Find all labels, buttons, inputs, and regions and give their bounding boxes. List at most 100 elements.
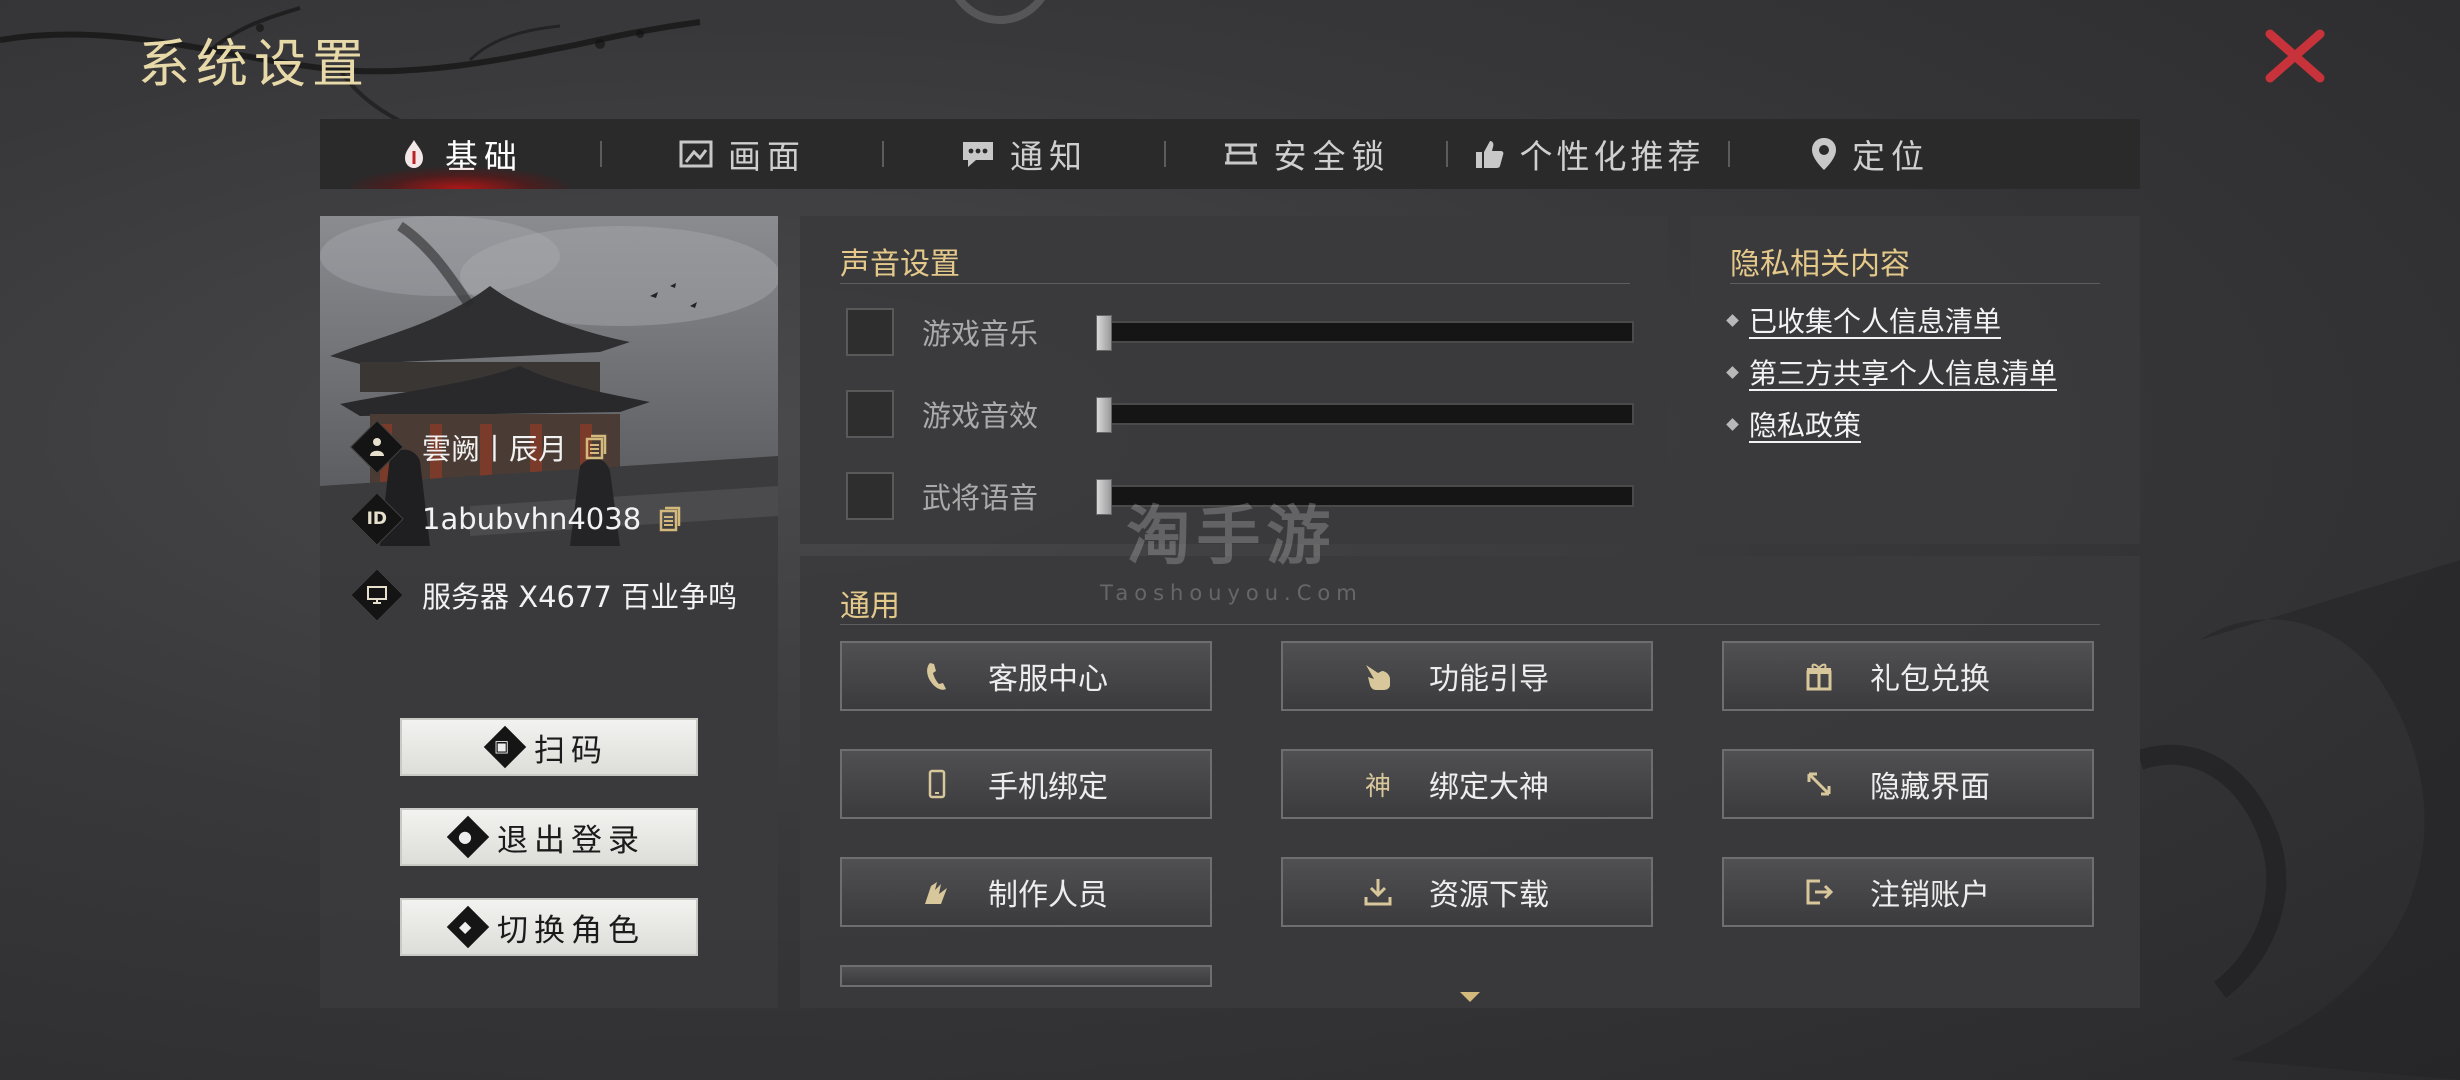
phone-binding-button[interactable]: 手机绑定 (840, 749, 1212, 819)
monitor-icon (367, 586, 387, 604)
privacy-link-row: 隐私政策 (1726, 404, 1861, 444)
more-options-button-partial[interactable] (840, 965, 1212, 987)
watermark: 淘手游 Taoshouyou.Com (1100, 485, 1363, 605)
game-sfx-checkbox[interactable] (846, 390, 894, 438)
tab-basic-label: 基础 (445, 137, 523, 176)
character-name: 雲阙丨辰月 (422, 432, 568, 466)
logout-button[interactable]: ● 退出登录 (400, 808, 698, 866)
scan-button-label: 扫码 (534, 732, 608, 769)
display-icon (678, 138, 714, 170)
privacy-title: 隐私相关内容 (1730, 247, 1910, 282)
general-voice-label: 武将语音 (922, 481, 1039, 515)
profile-panel: 雲阙丨辰月 ID 1abubvhn4038 服务器 X4677 百业争鸣 ▣ 扫… (320, 216, 778, 1008)
tab-location[interactable]: 定位 (1730, 119, 2010, 189)
basic-icon (397, 137, 431, 171)
tab-notification[interactable]: 通知 (884, 119, 1164, 189)
credits-button[interactable]: 制作人员 (840, 857, 1212, 927)
gift-icon (1802, 661, 1836, 691)
hide-interface-button[interactable]: 隐藏界面 (1722, 749, 2094, 819)
resource-download-label: 资源下载 (1429, 878, 1549, 913)
pointing-hand-icon (1361, 661, 1395, 691)
privacy-policy-link[interactable]: 隐私政策 (1749, 404, 1861, 444)
server-badge (350, 568, 404, 622)
game-sfx-slider[interactable] (1096, 397, 1634, 433)
logout-person-icon: ● (446, 815, 490, 859)
close-button[interactable] (2262, 26, 2328, 86)
privacy-link-row: 已收集个人信息清单 (1726, 300, 2001, 340)
scan-icon: ▣ (483, 725, 527, 769)
sound-settings-title: 声音设置 (840, 247, 960, 282)
mobile-icon (920, 769, 954, 799)
game-music-checkbox[interactable] (846, 308, 894, 356)
hide-interface-label: 隐藏界面 (1870, 770, 1990, 805)
bind-dashen-button[interactable]: 神 绑定大神 (1281, 749, 1653, 819)
tab-basic[interactable]: 基础 (320, 119, 600, 189)
game-music-row: 游戏音乐 (846, 308, 1634, 356)
general-voice-checkbox[interactable] (846, 472, 894, 520)
character-avatar (350, 420, 404, 474)
tab-display[interactable]: 画面 (602, 119, 882, 189)
general-title-divider (840, 624, 2100, 625)
copy-name-icon[interactable] (585, 434, 607, 460)
bind-dashen-label: 绑定大神 (1429, 770, 1549, 805)
game-music-label: 游戏音乐 (922, 317, 1039, 351)
user-id-row: ID 1abubvhn4038 (350, 492, 681, 546)
thumbs-up-icon (1472, 137, 1506, 171)
scan-button[interactable]: ▣ 扫码 (400, 718, 698, 776)
scroll-down-arrow-icon[interactable] (1458, 990, 1482, 1004)
security-lock-icon (1222, 139, 1260, 169)
tab-security-lock-label: 安全锁 (1273, 137, 1391, 176)
character-silhouette-icon (368, 437, 386, 457)
resource-download-button[interactable]: 资源下载 (1281, 857, 1653, 927)
download-icon (1361, 877, 1395, 907)
switch-role-icon: ◆ (446, 905, 490, 949)
delete-account-button[interactable]: 注销账户 (1722, 857, 2094, 927)
general-title: 通用 (840, 589, 900, 624)
tab-personalized-label: 个性化推荐 (1519, 137, 1705, 176)
gift-redeem-button[interactable]: 礼包兑换 (1722, 641, 2094, 711)
logout-button-label: 退出登录 (497, 822, 645, 859)
server-row: 服务器 X4677 百业争鸣 (350, 568, 738, 622)
tab-notification-label: 通知 (1010, 137, 1088, 176)
character-scene-illustration (320, 216, 778, 776)
location-pin-icon (1810, 136, 1838, 172)
user-id: 1abubvhn4038 (422, 502, 642, 536)
bullet-icon (1726, 313, 1739, 327)
bullet-icon (1726, 417, 1739, 431)
sound-title-divider (840, 283, 1630, 284)
feature-guide-button[interactable]: 功能引导 (1281, 641, 1653, 711)
tab-personalized[interactable]: 个性化推荐 (1448, 119, 1728, 189)
game-sfx-label: 游戏音效 (922, 399, 1039, 433)
logout-icon (1802, 877, 1836, 907)
game-music-slider[interactable] (1096, 315, 1634, 351)
phone-binding-label: 手机绑定 (988, 770, 1108, 805)
switch-role-button[interactable]: ◆ 切换角色 (400, 898, 698, 956)
character-name-row: 雲阙丨辰月 (350, 420, 607, 474)
tab-security-lock[interactable]: 安全锁 (1166, 119, 1446, 189)
notification-icon (960, 138, 996, 170)
id-icon: ID (366, 508, 388, 529)
delete-account-label: 注销账户 (1870, 878, 1990, 913)
collected-info-link[interactable]: 已收集个人信息清单 (1749, 300, 2001, 340)
feature-guide-label: 功能引导 (1429, 662, 1549, 697)
customer-service-label: 客服中心 (988, 662, 1108, 697)
id-badge: ID (350, 492, 404, 546)
customer-service-button[interactable]: 客服中心 (840, 641, 1212, 711)
shen-icon: 神 (1364, 771, 1391, 802)
team-icon (920, 878, 954, 906)
credits-label: 制作人员 (988, 878, 1108, 913)
game-music-slider-handle[interactable] (1096, 315, 1112, 351)
bullet-icon (1726, 365, 1739, 379)
third-party-info-link[interactable]: 第三方共享个人信息清单 (1749, 352, 2057, 392)
gift-redeem-label: 礼包兑换 (1870, 662, 1990, 697)
watermark-sub: Taoshouyou.Com (1100, 581, 1363, 605)
watermark-main: 淘手游 (1126, 500, 1337, 574)
tab-location-label: 定位 (1852, 137, 1930, 176)
copy-id-icon[interactable] (659, 506, 681, 532)
game-sfx-row: 游戏音效 (846, 390, 1634, 438)
switch-role-button-label: 切换角色 (497, 912, 645, 949)
server-name: 服务器 X4677 百业争鸣 (422, 580, 738, 614)
game-sfx-slider-handle[interactable] (1096, 397, 1112, 433)
close-icon (2265, 29, 2325, 83)
top-ring-decoration (955, 0, 1045, 24)
